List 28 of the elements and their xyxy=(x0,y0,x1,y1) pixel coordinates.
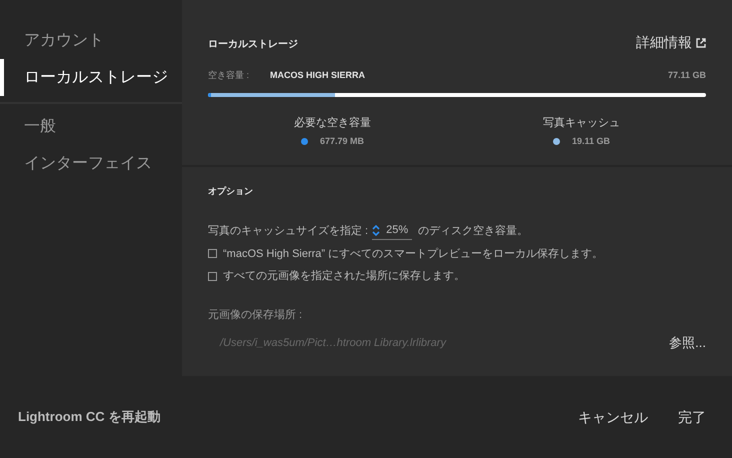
location-path: /Users/i_was5um/Pict…htroom Library.lrlibrary xyxy=(220,336,446,350)
section-title: ローカルストレージ xyxy=(208,38,298,52)
cache-size-stepper[interactable]: 25% xyxy=(372,222,412,240)
stepper-icon xyxy=(372,224,380,237)
capacity-value: 77.11 GB xyxy=(668,69,706,82)
volume-name: MACOS HIGH SIERRA xyxy=(270,69,366,82)
checkbox-option[interactable]: “macOS High Sierra” にすべてのスマートプレビューをローカル保存します。 xyxy=(208,246,706,262)
cache-size-suffix: のディスク空き容量。 xyxy=(418,224,528,238)
checkbox-option[interactable]: すべての元画像を指定された場所に保存します。 xyxy=(208,268,706,284)
sidebar-item[interactable]: 一般 xyxy=(0,108,182,145)
sidebar-item[interactable]: インターフェイス xyxy=(0,145,182,182)
cancel-button[interactable]: キャンセル xyxy=(578,406,648,428)
cache-size-label: 写真のキャッシュサイズを指定 : xyxy=(208,224,368,238)
free-space-label: 空き容量 : xyxy=(208,69,250,82)
location-label: 元画像の保存場所 : xyxy=(208,308,304,322)
details-link[interactable]: 詳細情報 xyxy=(636,32,706,53)
legend-label: 写真キャッシュ xyxy=(543,116,620,130)
done-button[interactable]: 完了 xyxy=(678,406,706,428)
sidebar-item[interactable]: アカウント xyxy=(0,22,182,59)
checkbox[interactable] xyxy=(208,249,217,258)
browse-button[interactable]: 参照... xyxy=(669,333,706,352)
legend-value: 677.79 MB xyxy=(320,135,364,148)
restart-button[interactable]: Lightroom CC を再起動 xyxy=(18,407,160,427)
legend-label: 必要な空き容量 xyxy=(294,116,371,130)
section-title: オプション xyxy=(208,184,254,198)
legend-value: 19.11 GB xyxy=(572,135,610,148)
checkbox[interactable] xyxy=(208,272,217,281)
external-link-icon xyxy=(696,38,706,48)
